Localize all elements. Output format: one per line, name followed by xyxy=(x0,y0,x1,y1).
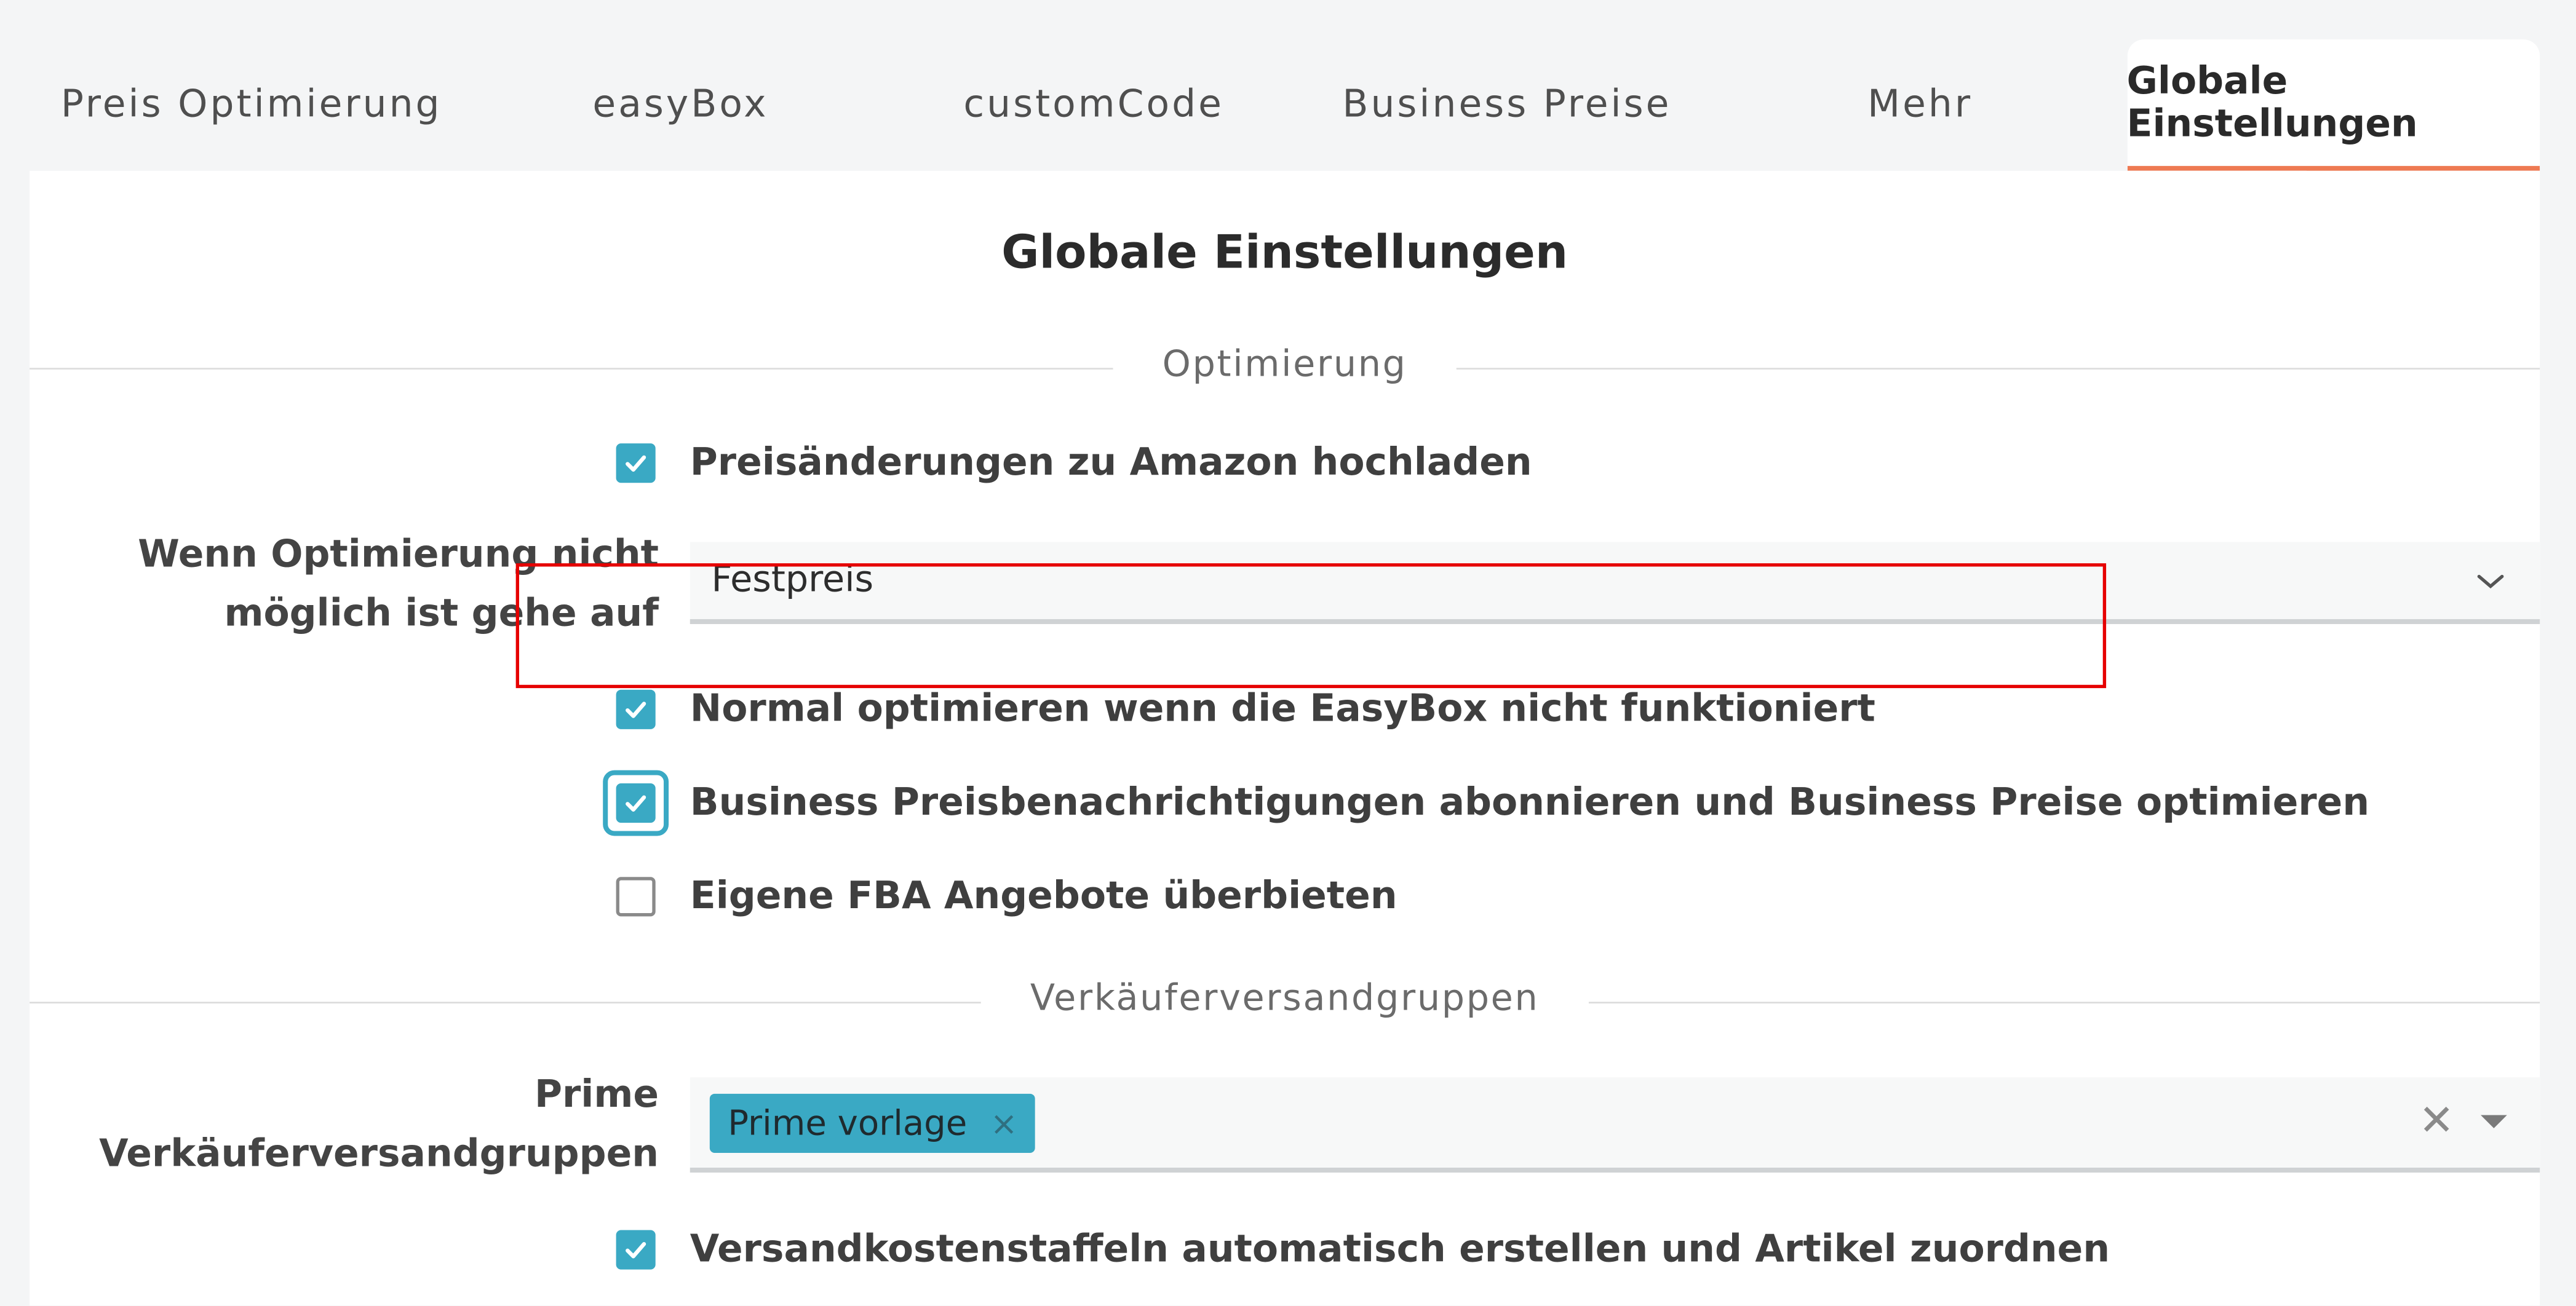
checkmark-icon xyxy=(626,795,646,812)
annotation-highlight xyxy=(515,563,2107,689)
settings-panel: Globale Einstellungen Optimierung Preisä… xyxy=(30,170,2540,1306)
checkbox-focus-ring xyxy=(603,770,669,836)
checkbox-row-fba[interactable]: Eigene FBA Angebote überbieten xyxy=(616,876,1397,918)
checkbox-label-upload: Preisänderungen zu Amazon hochladen xyxy=(690,441,1532,485)
prime-tag: Prime vorlage × xyxy=(709,1093,1036,1152)
prime-multiselect[interactable]: Prime vorlage × ✕ xyxy=(690,1077,2540,1173)
tab-easybox[interactable]: easyBox xyxy=(474,39,888,171)
checkbox-label-staffeln: Versandkostenstaffeln automatisch erstel… xyxy=(690,1228,2110,1272)
section-divider-versand: Verkäuferversandgruppen xyxy=(30,978,2540,1020)
tag-remove-icon[interactable]: × xyxy=(990,1103,1018,1142)
section-divider-optimierung: Optimierung xyxy=(30,344,2540,386)
checkbox-easybox[interactable] xyxy=(616,689,656,729)
checkbox-upload[interactable] xyxy=(616,443,656,483)
settings-tabs: Preis Optimierung easyBox customCode Bus… xyxy=(30,39,2540,171)
checkbox-label-business: Business Preisbenachrichtigungen abonnie… xyxy=(690,782,2370,825)
page-title: Globale Einstellungen xyxy=(1001,224,1568,280)
tab-mehr[interactable]: Mehr xyxy=(1714,39,2127,171)
checkbox-row-upload[interactable]: Preisänderungen zu Amazon hochladen xyxy=(616,441,1532,485)
caret-down-icon[interactable] xyxy=(2481,1115,2507,1128)
checkbox-row-easybox[interactable]: Normal optimieren wenn die EasyBox nicht… xyxy=(616,688,1875,731)
checkbox-staffeln[interactable] xyxy=(616,1230,656,1270)
prime-label-line1: Prime xyxy=(534,1074,659,1117)
tab-globale-einstellungen[interactable]: Globale Einstellungen xyxy=(2126,39,2540,171)
prime-tag-label: Prime vorlage xyxy=(728,1102,968,1142)
checkbox-fba[interactable] xyxy=(616,877,656,917)
app-viewport: Preis Optimierung easyBox customCode Bus… xyxy=(0,0,2576,1306)
tab-business-preise[interactable]: Business Preise xyxy=(1300,39,1714,171)
section-title-optimierung: Optimierung xyxy=(1113,344,1457,386)
chevron-down-icon xyxy=(2477,574,2504,589)
tab-customcode[interactable]: customCode xyxy=(887,39,1300,171)
tab-preis-optimierung[interactable]: Preis Optimierung xyxy=(30,39,474,171)
checkmark-icon xyxy=(626,702,646,718)
checkbox-label-fba: Eigene FBA Angebote überbieten xyxy=(690,875,1397,919)
prime-label: Prime Verkäuferversandgruppen xyxy=(68,1066,659,1184)
clear-icon[interactable]: ✕ xyxy=(2419,1097,2454,1146)
checkmark-icon xyxy=(626,455,646,472)
checkmark-icon xyxy=(626,1242,646,1259)
checkbox-label-easybox: Normal optimieren wenn die EasyBox nicht… xyxy=(690,688,1875,731)
checkbox-row-staffeln[interactable]: Versandkostenstaffeln automatisch erstel… xyxy=(616,1229,2110,1271)
checkbox-business[interactable] xyxy=(616,783,656,823)
checkbox-row-business[interactable]: Business Preisbenachrichtigungen abonnie… xyxy=(603,770,2370,836)
section-title-versand: Verkäuferversandgruppen xyxy=(980,978,1589,1020)
prime-label-line2: Verkäuferversandgruppen xyxy=(99,1133,659,1176)
